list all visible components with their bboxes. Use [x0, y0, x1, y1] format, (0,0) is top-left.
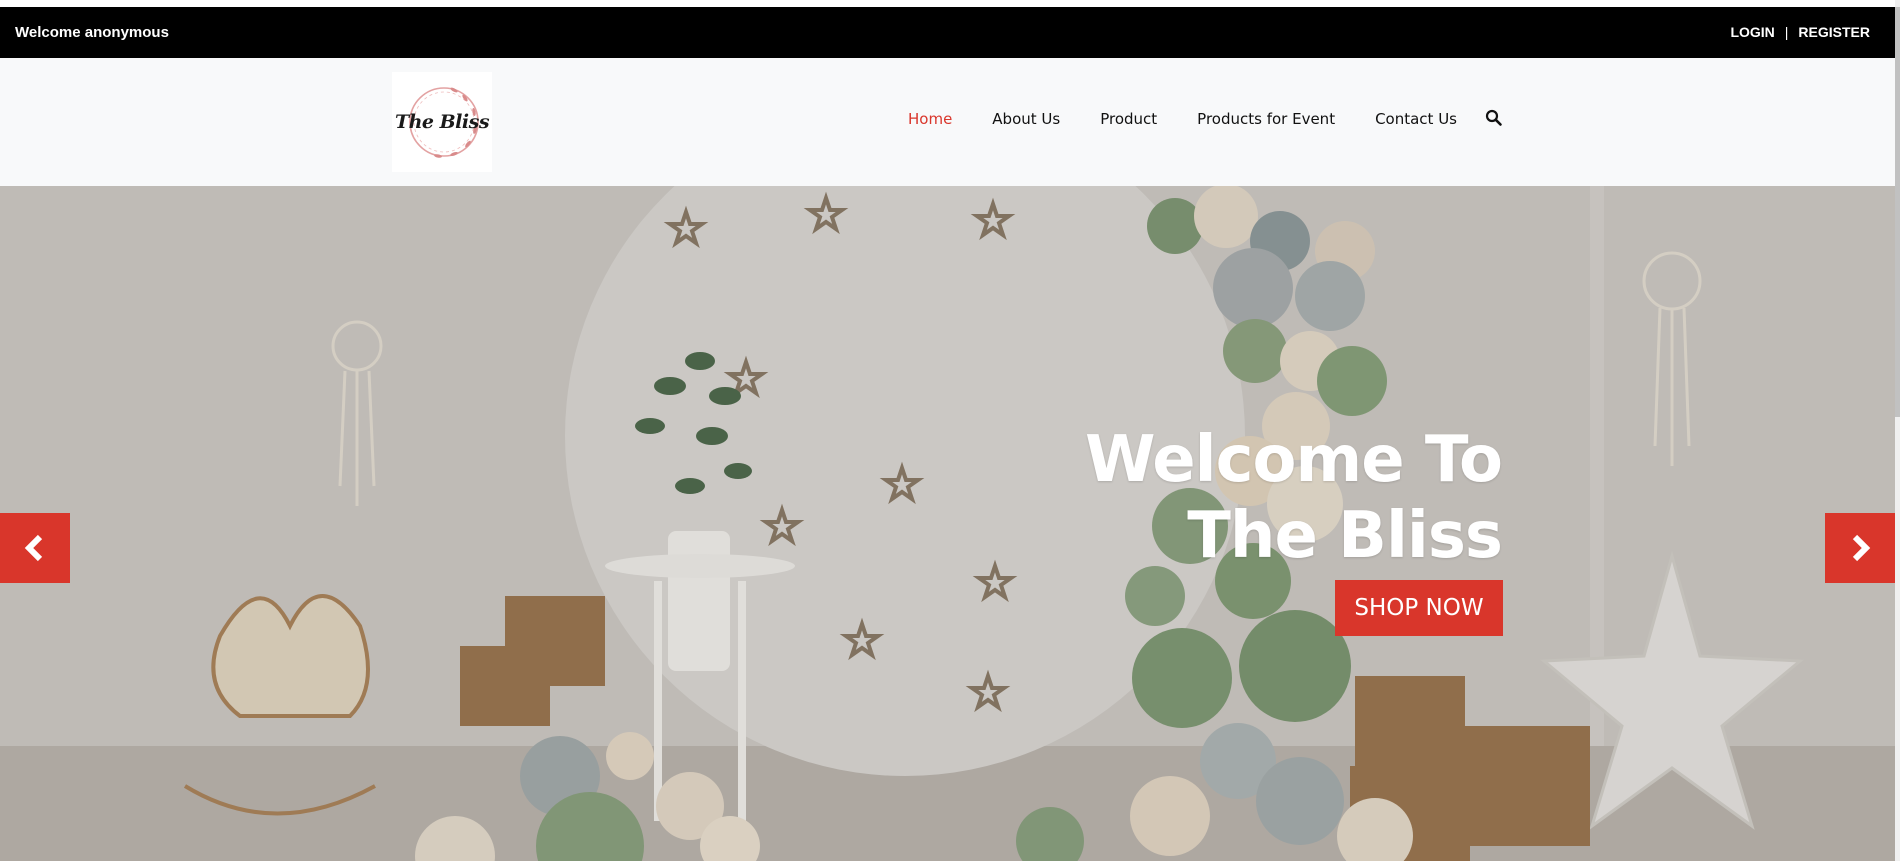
nav-product[interactable]: Product: [1100, 110, 1157, 128]
hero-title-line2: The Bliss: [1187, 499, 1503, 573]
navbar: The Bliss Home About Us Product Products…: [0, 58, 1895, 186]
hero-heading: Welcome To The Bliss: [1084, 422, 1503, 574]
login-link[interactable]: LOGIN: [1730, 24, 1774, 40]
top-strip: [0, 0, 1900, 7]
nav-products-for-event[interactable]: Products for Event: [1197, 110, 1335, 128]
page-scrollbar[interactable]: [1895, 0, 1900, 861]
slider-next-button[interactable]: [1825, 513, 1895, 583]
main-nav: Home About Us Product Products for Event…: [908, 110, 1457, 128]
scrollbar-thumb[interactable]: [1895, 7, 1900, 417]
shop-now-button[interactable]: SHOP NOW: [1335, 580, 1503, 636]
nav-about-us[interactable]: About Us: [992, 110, 1060, 128]
topbar: Welcome anonymous LOGIN | REGISTER: [0, 7, 1895, 58]
logo[interactable]: The Bliss: [392, 72, 492, 172]
auth-separator: |: [1784, 24, 1789, 40]
hero-slider: Welcome To The Bliss SHOP NOW: [0, 186, 1895, 861]
hero-background-image: [0, 186, 1895, 861]
register-link[interactable]: REGISTER: [1798, 24, 1870, 40]
auth-links: LOGIN | REGISTER: [1730, 24, 1870, 40]
nav-home[interactable]: Home: [908, 110, 952, 128]
hero-title-line1: Welcome To: [1084, 423, 1503, 497]
slider-prev-button[interactable]: [0, 513, 70, 583]
page: Welcome anonymous LOGIN | REGISTER The B…: [0, 0, 1900, 861]
chevron-right-icon: [1852, 534, 1871, 562]
search-icon[interactable]: [1485, 109, 1503, 127]
chevron-left-icon: [24, 534, 43, 562]
logo-text: The Bliss: [394, 111, 490, 133]
welcome-text: Welcome anonymous: [15, 24, 169, 41]
nav-contact-us[interactable]: Contact Us: [1375, 110, 1457, 128]
